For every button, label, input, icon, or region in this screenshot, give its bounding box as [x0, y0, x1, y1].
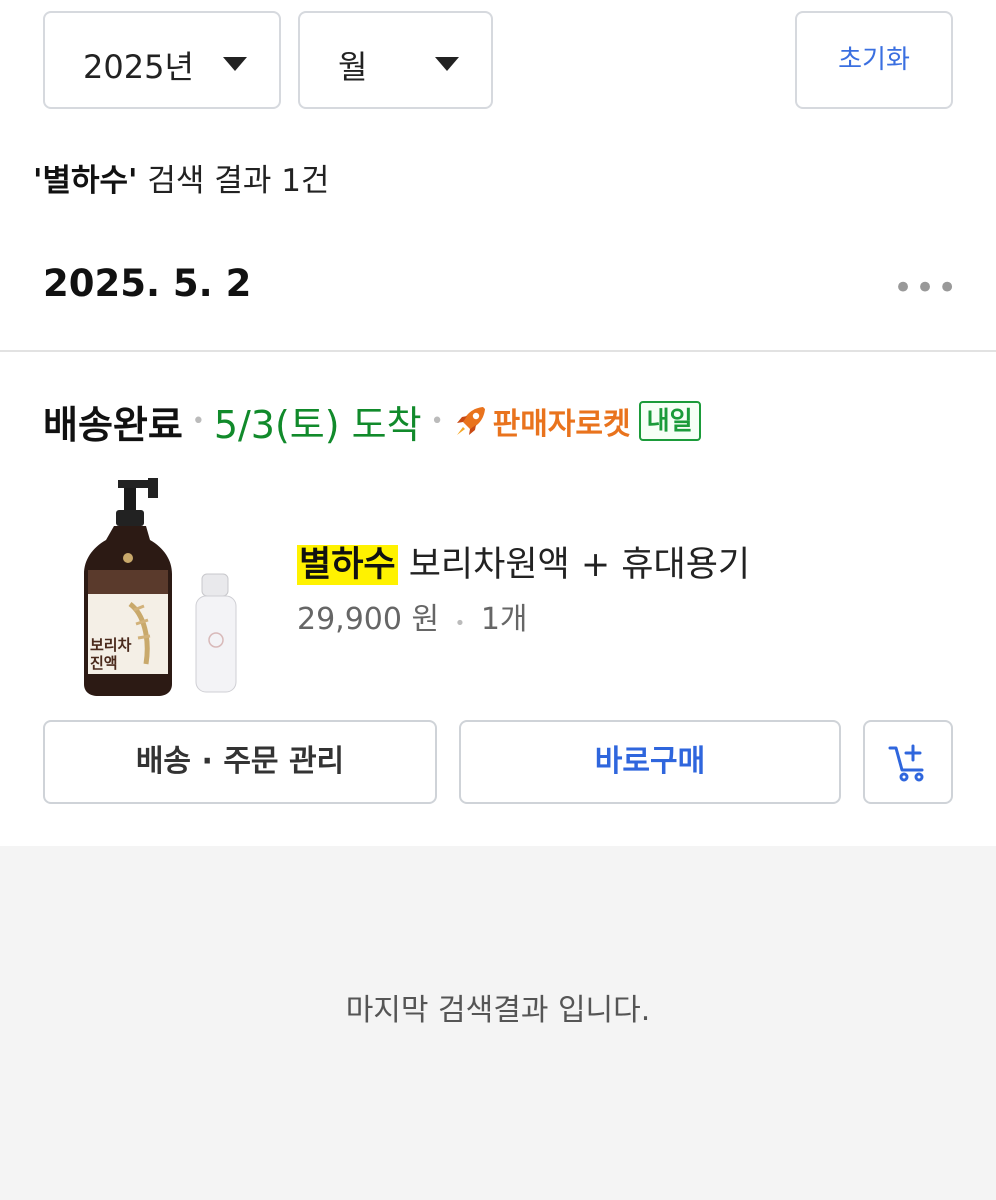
divider: [0, 350, 996, 352]
search-query: '별하수': [33, 163, 138, 199]
delivery-status-row: 배송완료 • 5/3(토) 도착 • 판매자로켓 내일: [43, 395, 701, 447]
reset-button[interactable]: 초기화: [795, 11, 953, 109]
product-quantity: 1개: [480, 602, 528, 637]
product-image-text-2: 진액: [90, 654, 118, 672]
buy-now-button[interactable]: 바로구매: [459, 720, 841, 804]
year-select[interactable]: 2025년: [43, 11, 281, 109]
arrival-date: 5/3(토) 도착: [213, 402, 422, 447]
chevron-down-icon: [223, 57, 247, 71]
search-result-count: 검색 결과 1건: [137, 163, 330, 199]
add-to-cart-icon: [888, 744, 924, 782]
manage-order-button[interactable]: 배송 · 주문 관리: [43, 720, 437, 804]
add-to-cart-button[interactable]: [863, 720, 953, 804]
end-of-results-text: 마지막 검색결과 입니다.: [345, 993, 651, 1028]
year-select-label: 2025년: [83, 48, 194, 86]
rocket-icon: [456, 407, 485, 435]
product-name-rest: 보리차원액 + 휴대용기: [397, 545, 751, 585]
product-name-highlight: 별하수: [297, 545, 398, 585]
separator-dot: •: [430, 408, 444, 434]
tomorrow-badge: 내일: [638, 401, 701, 441]
order-list-panel: 2025년 월 초기화 '별하수' 검색 결과 1건 2025. 5. 2 ••…: [0, 0, 996, 846]
chevron-down-icon: [435, 57, 459, 71]
price-row: 29,900 원 • 1개: [297, 594, 528, 638]
product-image[interactable]: 보리차 진액: [80, 474, 270, 700]
product-price: 29,900 원: [297, 602, 440, 637]
separator-dot: •: [191, 408, 205, 434]
seller-rocket-label: 판매자로켓: [492, 407, 631, 442]
separator-dot: •: [454, 613, 466, 634]
more-dots-icon[interactable]: •••: [893, 268, 959, 308]
product-name[interactable]: 별하수 보리차원액 + 휴대용기: [297, 536, 750, 587]
month-select[interactable]: 월: [298, 11, 493, 109]
month-select-label: 월: [338, 48, 368, 86]
search-result-summary: '별하수' 검색 결과 1건: [33, 155, 329, 200]
product-image-text-1: 보리차: [90, 636, 132, 654]
delivery-status: 배송완료: [43, 402, 183, 447]
order-date: 2025. 5. 2: [43, 262, 252, 305]
